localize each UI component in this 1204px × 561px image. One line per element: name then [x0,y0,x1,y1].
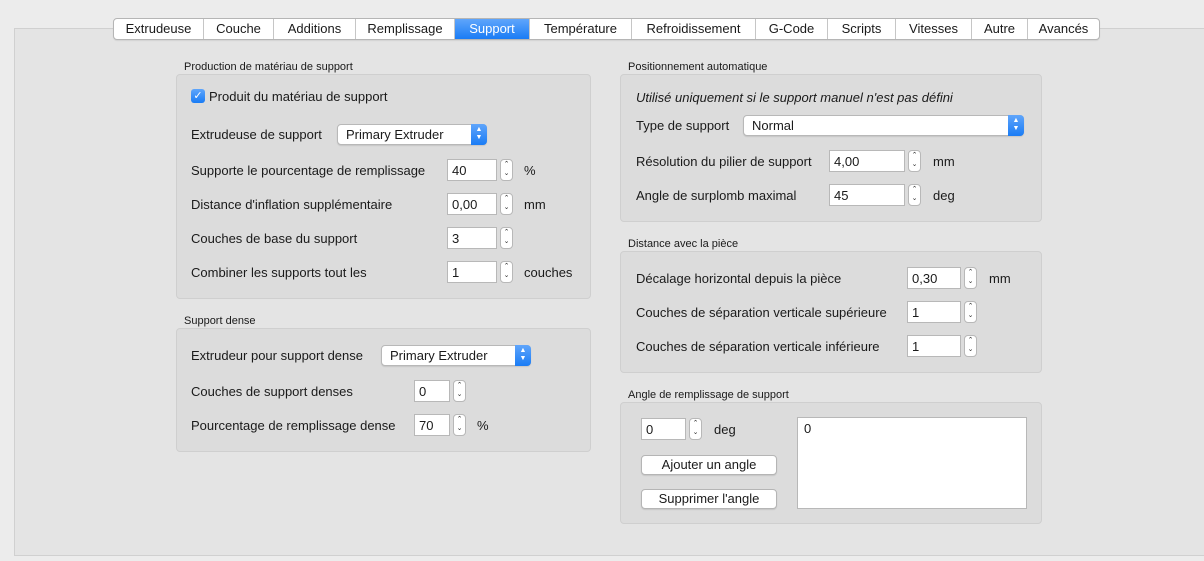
horizontal-offset-stepper[interactable]: ⌃ ⌄ [964,267,977,289]
tab-remplissage[interactable]: Remplissage [356,19,455,39]
tab-scripts[interactable]: Scripts [828,19,896,39]
angle-input[interactable] [641,418,686,440]
pillar-input[interactable] [829,150,905,172]
horizontal-offset-input[interactable] [907,267,961,289]
dense-infill-label: Pourcentage de remplissage dense [191,418,396,433]
angle-list[interactable]: 0 [797,417,1027,509]
checkmark-icon: ✓ [193,90,203,102]
lower-separation-stepper[interactable]: ⌃ ⌄ [964,335,977,357]
overhang-label: Angle de surplomb maximal [636,188,797,203]
combine-stepper[interactable]: ⌃ ⌄ [500,261,513,283]
dense-infill-input[interactable] [414,414,450,436]
angle-unit: deg [714,422,736,437]
dense-extruder-select[interactable]: Primary Extruder ▲ ▼ [381,345,531,366]
tab-additions[interactable]: Additions [274,19,356,39]
overhang-stepper[interactable]: ⌃ ⌄ [908,184,921,206]
chevron-updown-icon: ▲ ▼ [1008,115,1024,136]
horizontal-offset-unit: mm [989,271,1011,286]
chevron-updown-icon: ▲ ▼ [471,124,487,145]
infill-pct-unit: % [524,163,536,178]
auto-placement-note: Utilisé uniquement si le support manuel … [636,90,953,105]
infill-angle-title: Angle de remplissage de support [628,389,789,401]
support-extruder-label: Extrudeuse de support [191,127,322,142]
upper-separation-input[interactable] [907,301,961,323]
support-material-title: Production de matériau de support [184,61,353,73]
tab-temperature[interactable]: Température [530,19,632,39]
combine-label: Combiner les supports tout les [191,265,367,280]
tab-couche[interactable]: Couche [204,19,274,39]
support-type-select[interactable]: Normal ▲ ▼ [743,115,1024,136]
overhang-input[interactable] [829,184,905,206]
upper-separation-stepper[interactable]: ⌃ ⌄ [964,301,977,323]
overhang-unit: deg [933,188,955,203]
dense-layers-stepper[interactable]: ⌃ ⌄ [453,380,466,402]
add-angle-button[interactable]: Ajouter un angle [641,455,777,475]
generate-support-label: Produit du matériau de support [209,89,388,104]
pillar-unit: mm [933,154,955,169]
base-layers-label: Couches de base du support [191,231,358,246]
auto-placement-title: Positionnement automatique [628,61,768,73]
tab-support[interactable]: Support [455,19,530,39]
infill-pct-label: Supporte le pourcentage de remplissage [191,163,426,178]
inflation-unit: mm [524,197,546,212]
support-extruder-select[interactable]: Primary Extruder ▲ ▼ [337,124,487,145]
infill-pct-stepper[interactable]: ⌃ ⌄ [500,159,513,181]
tab-gcode[interactable]: G-Code [756,19,828,39]
list-item[interactable]: 0 [804,421,1020,436]
horizontal-offset-label: Décalage horizontal depuis la pièce [636,271,842,286]
pillar-label: Résolution du pilier de support [636,154,812,169]
part-distance-title: Distance avec la pièce [628,238,739,250]
upper-separation-label: Couches de séparation verticale supérieu… [636,305,887,320]
combine-unit: couches [524,265,573,280]
dense-layers-input[interactable] [414,380,450,402]
chevron-updown-icon: ▲ ▼ [515,345,531,366]
support-type-label: Type de support [636,118,730,133]
inflation-label: Distance d'inflation supplémentaire [191,197,393,212]
dense-layers-label: Couches de support denses [191,384,353,399]
infill-pct-input[interactable] [447,159,497,181]
tab-refroidissement[interactable]: Refroidissement [632,19,756,39]
tab-autre[interactable]: Autre [972,19,1028,39]
remove-angle-button[interactable]: Supprimer l'angle [641,489,777,509]
dense-infill-unit: % [477,418,489,433]
dense-support-title: Support dense [184,315,256,327]
base-layers-stepper[interactable]: ⌃ ⌄ [500,227,513,249]
inflation-stepper[interactable]: ⌃ ⌄ [500,193,513,215]
angle-stepper[interactable]: ⌃ ⌄ [689,418,702,440]
combine-input[interactable] [447,261,497,283]
generate-support-checkbox[interactable]: ✓ [191,89,205,103]
tab-vitesses[interactable]: Vitesses [896,19,972,39]
lower-separation-input[interactable] [907,335,961,357]
tab-bar: Extrudeuse Couche Additions Remplissage … [113,18,1100,40]
dense-infill-stepper[interactable]: ⌃ ⌄ [453,414,466,436]
pillar-stepper[interactable]: ⌃ ⌄ [908,150,921,172]
tab-extrudeuse[interactable]: Extrudeuse [114,19,204,39]
inflation-input[interactable] [447,193,497,215]
lower-separation-label: Couches de séparation verticale inférieu… [636,339,880,354]
tab-avances[interactable]: Avancés [1028,19,1099,39]
base-layers-input[interactable] [447,227,497,249]
dense-extruder-label: Extrudeur pour support dense [191,348,363,363]
